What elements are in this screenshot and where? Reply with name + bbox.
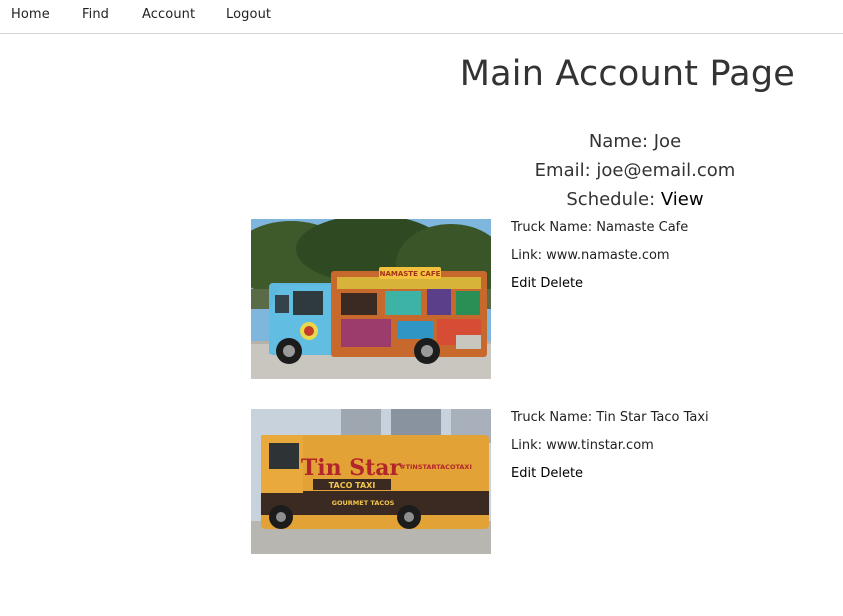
truck-info-tinstar: Truck Name: Tin Star Taco Taxi Link: www…: [511, 409, 831, 493]
truck-name-label: Truck Name:: [511, 220, 593, 235]
profile-schedule: Schedule: View: [435, 188, 835, 212]
page-title: Main Account Page: [459, 54, 795, 94]
truck-link-row: Link: www.namaste.com: [511, 247, 831, 275]
profile-email: Email: joe@email.com: [435, 159, 835, 183]
truck-link-value: www.tinstar.com: [546, 438, 654, 453]
edit-truck-button[interactable]: Edit: [511, 276, 536, 291]
delete-truck-button[interactable]: Delete: [540, 276, 583, 291]
top-navbar: Home Find Account Logout: [0, 0, 843, 34]
profile-email-value: joe@email.com: [596, 160, 736, 181]
truck-link-value: www.namaste.com: [546, 248, 670, 263]
nav-home-link[interactable]: Home: [11, 7, 50, 22]
profile-schedule-label: Schedule:: [566, 189, 656, 210]
edit-truck-button[interactable]: Edit: [511, 466, 536, 481]
schedule-view-link[interactable]: View: [661, 189, 704, 210]
truck-actions-row: Edit Delete: [511, 465, 831, 493]
nav-logout-link[interactable]: Logout: [226, 7, 271, 22]
truck-info-namaste: Truck Name: Namaste Cafe Link: www.namas…: [511, 219, 831, 303]
truck-link-label: Link:: [511, 438, 543, 453]
truck-photo-tinstar-sign: Tin Star: [301, 455, 402, 481]
truck-name-row: Truck Name: Tin Star Taco Taxi: [511, 409, 831, 437]
truck-actions-row: Edit Delete: [511, 275, 831, 303]
truck-photo-namaste-sign: NAMASTE CAFE: [380, 270, 441, 278]
truck-photo-namaste: NAMASTE CAFE: [251, 219, 491, 379]
truck-link-label: Link:: [511, 248, 543, 263]
profile-email-label: Email:: [534, 160, 591, 181]
truck-photo-tinstar-gourmet: GOURMET TACOS: [332, 499, 395, 507]
truck-link-row: Link: www.tinstar.com: [511, 437, 831, 465]
truck-photo-tinstar-image: Tin Star TACO TAXI #TINSTARTACOTAXI GOUR…: [251, 409, 491, 554]
nav-account-link[interactable]: Account: [142, 7, 195, 22]
truck-name-row: Truck Name: Namaste Cafe: [511, 219, 831, 247]
truck-name-label: Truck Name:: [511, 410, 593, 425]
truck-name-value: Tin Star Taco Taxi: [596, 410, 709, 425]
truck-photo-tinstar: Tin Star TACO TAXI #TINSTARTACOTAXI GOUR…: [251, 409, 491, 554]
profile-name-label: Name:: [588, 131, 649, 152]
nav-find-link[interactable]: Find: [82, 7, 109, 22]
delete-truck-button[interactable]: Delete: [540, 466, 583, 481]
profile-name: Name: Joe: [435, 130, 835, 154]
truck-photo-tinstar-subsign: TACO TAXI: [329, 481, 376, 490]
truck-photo-tinstar-hashtag: #TINSTARTACOTAXI: [400, 463, 472, 471]
truck-photo-namaste-image: NAMASTE CAFE: [251, 219, 491, 379]
truck-name-value: Namaste Cafe: [596, 220, 689, 235]
profile-name-value: Joe: [653, 131, 682, 152]
